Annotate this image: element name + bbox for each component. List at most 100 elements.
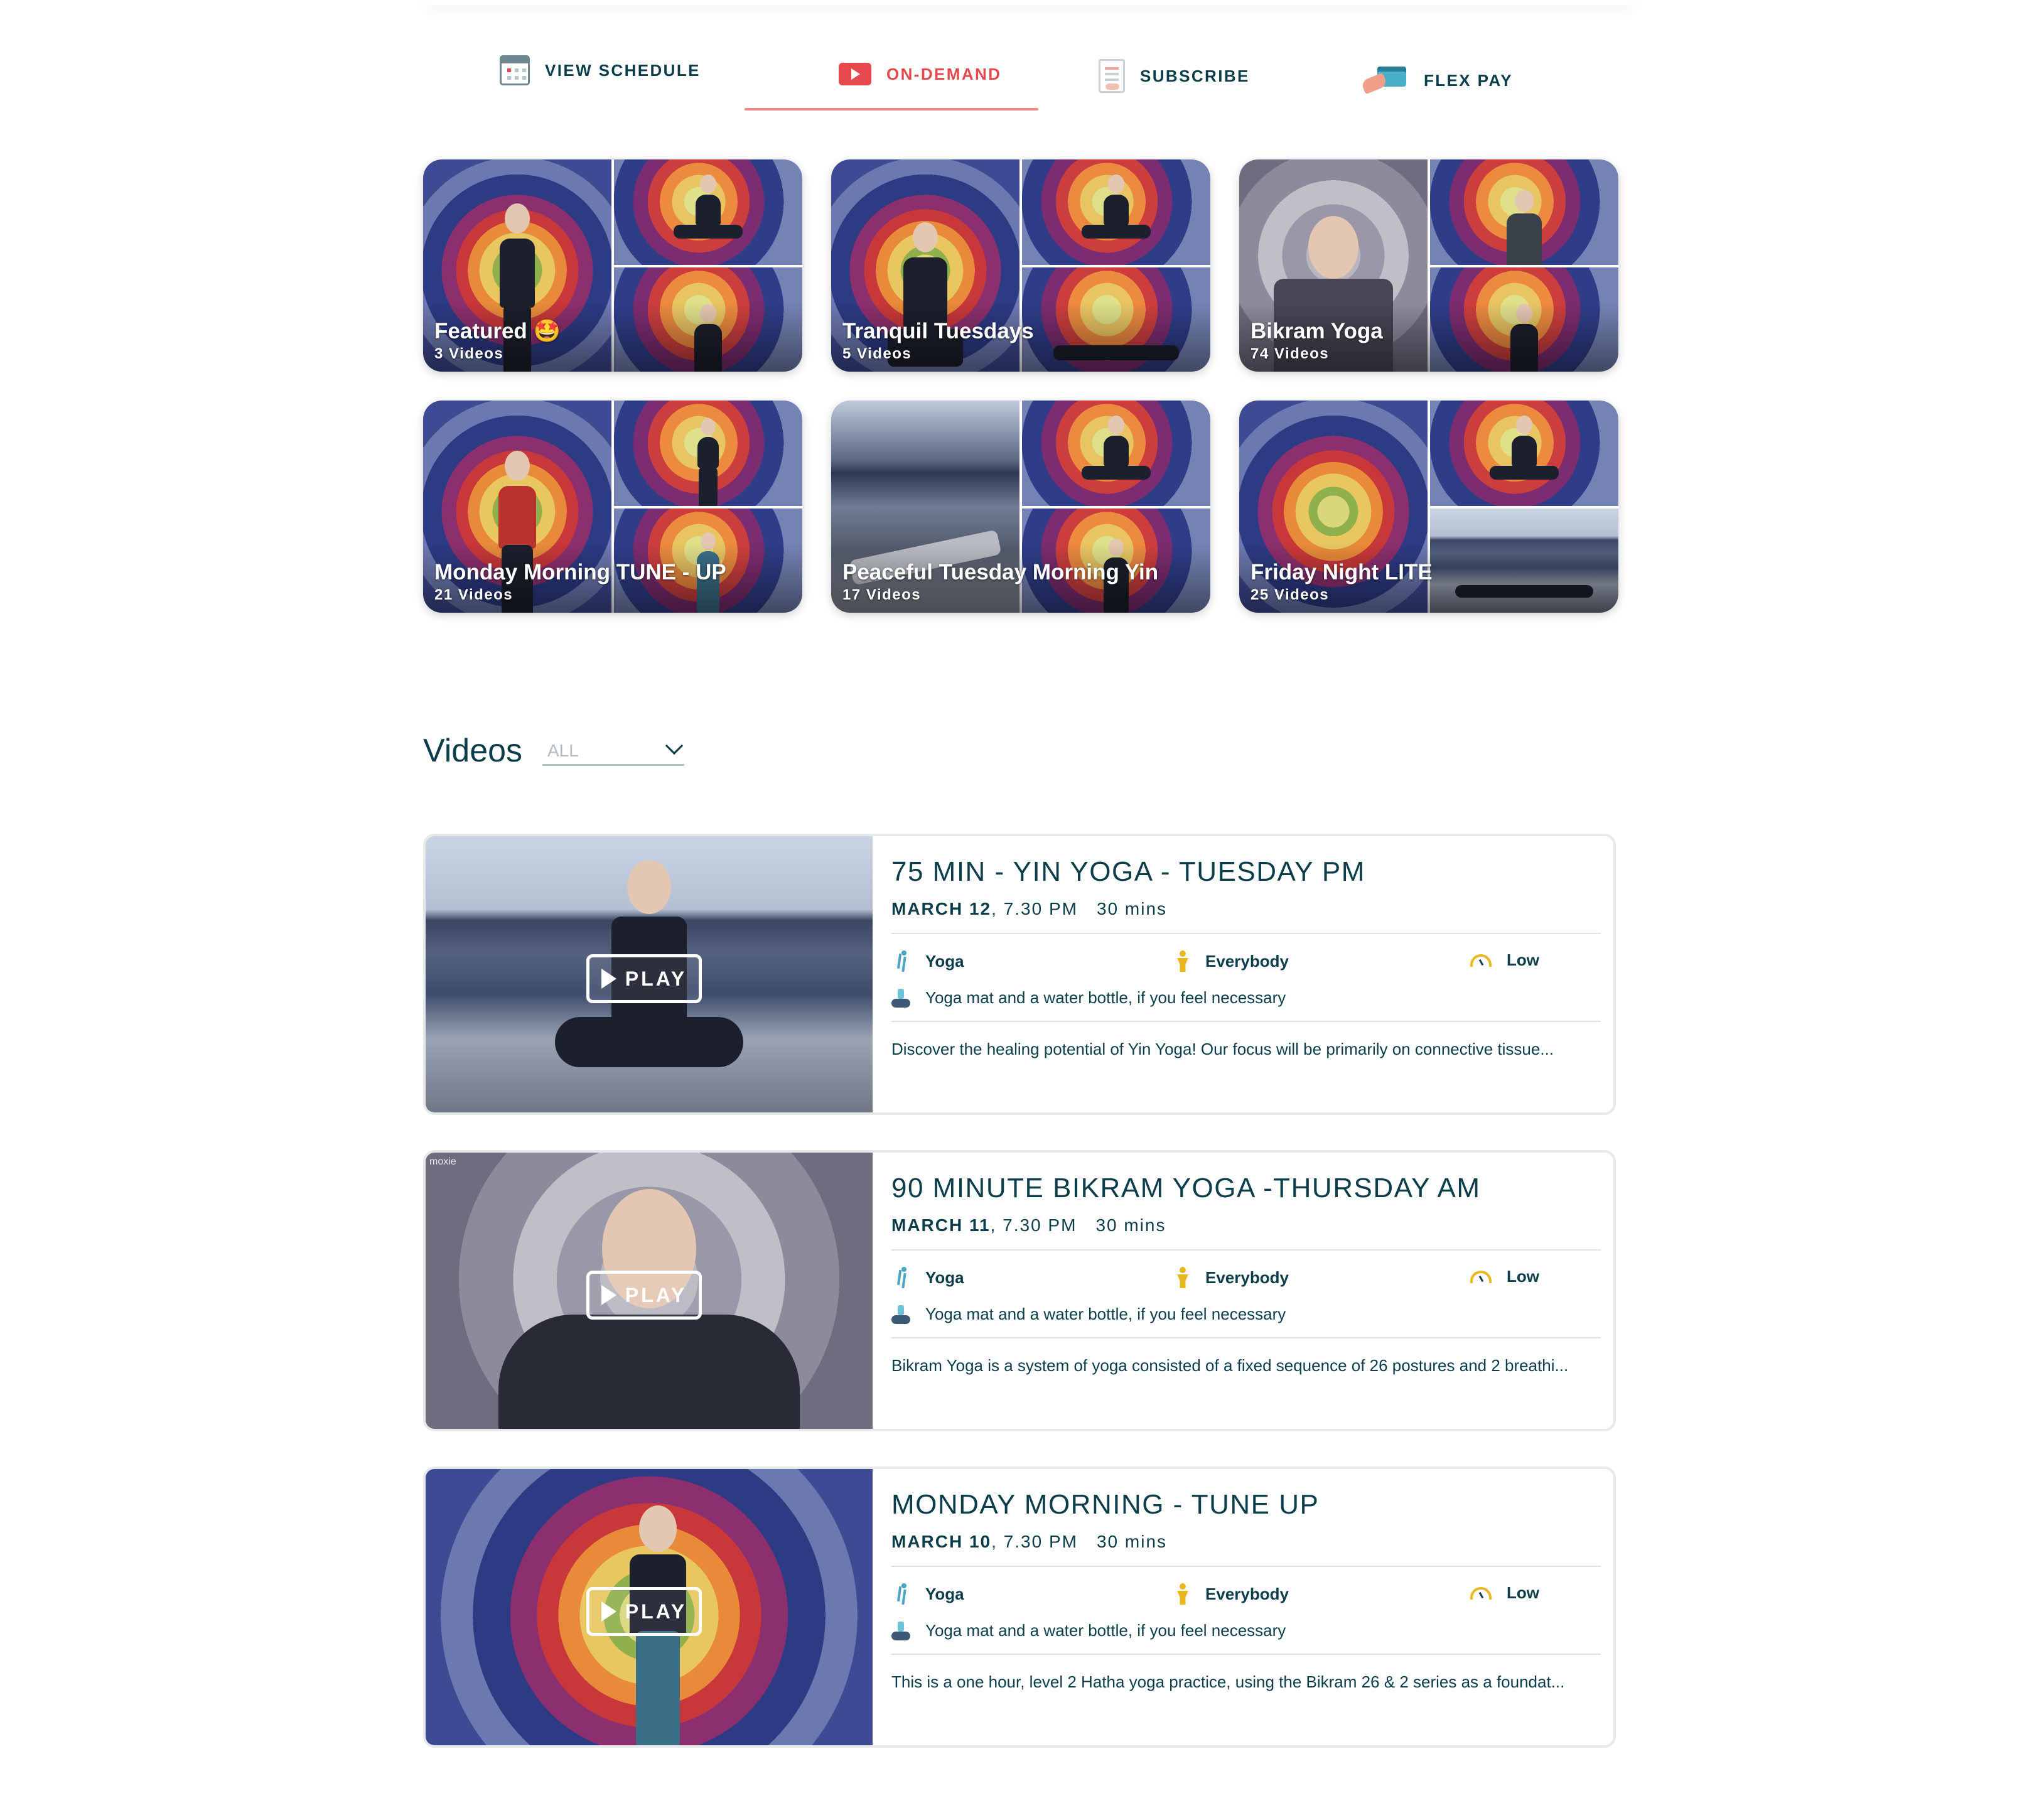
video-title: MONDAY MORNING - TUNE UP: [891, 1489, 1320, 1520]
video-equipment: Yoga mat and a water bottle, if you feel…: [891, 988, 1286, 1008]
document-icon: [1099, 59, 1125, 93]
video-description: Bikram Yoga is a system of yoga consiste…: [891, 1356, 1569, 1375]
video-camera-icon: [839, 63, 871, 85]
collection-bikram-yoga[interactable]: Bikram Yoga 74 Videos: [1239, 159, 1618, 372]
video-intensity: Low: [1470, 1583, 1539, 1603]
collection-count: 74 Videos: [1251, 345, 1330, 362]
tab-label: FLEX PAY: [1424, 70, 1514, 90]
collection-thumbnail: [1022, 401, 1210, 506]
collection-thumbnail: [614, 401, 802, 506]
gauge-icon: [1470, 1270, 1492, 1283]
video-category: Yoga: [896, 950, 964, 972]
video-audience: Everybody: [1175, 1267, 1289, 1288]
divider: [891, 1654, 1601, 1655]
play-icon: [601, 1285, 616, 1305]
play-label: PLAY: [625, 1600, 687, 1623]
play-button[interactable]: PLAY: [586, 1587, 702, 1636]
tab-flex-pay[interactable]: FLEX PAY: [1361, 65, 1513, 95]
gauge-icon: [1470, 1586, 1492, 1600]
video-card[interactable]: PLAY MONDAY MORNING - TUNE UP MARCH 10, …: [423, 1466, 1616, 1748]
collection-monday-morning-tune-up[interactable]: Monday Morning TUNE - UP 21 Videos: [423, 401, 802, 613]
tab-view-schedule[interactable]: VIEW SCHEDULE: [500, 55, 701, 85]
tab-subscribe[interactable]: SUBSCRIBE: [1099, 59, 1250, 93]
active-tab-underline: [745, 108, 1038, 110]
collection-featured[interactable]: Featured 🤩 3 Videos: [423, 159, 802, 372]
videos-heading: Videos: [423, 733, 523, 769]
tab-on-demand[interactable]: ON-DEMAND: [839, 63, 1001, 85]
video-thumbnail: PLAY: [426, 1469, 873, 1745]
video-thumbnail: moxie PLAY: [426, 1153, 873, 1429]
video-card[interactable]: moxie PLAY 90 MINUTE BIKRAM YOGA -THURSD…: [423, 1150, 1616, 1431]
chevron-down-icon: [665, 736, 684, 755]
collection-title: Peaceful Tuesday Morning Yin: [842, 560, 1159, 584]
collection-title: Friday Night LITE: [1251, 560, 1433, 584]
calendar-icon: [500, 55, 530, 85]
equipment-icon: [891, 1305, 910, 1324]
video-intensity: Low: [1470, 950, 1539, 970]
video-title: 75 MIN - YIN YOGA - TUESDAY PM: [891, 856, 1365, 887]
equipment-icon: [891, 988, 910, 1008]
person-icon: [1175, 950, 1190, 972]
divider: [891, 1021, 1601, 1022]
collection-thumbnail: [1430, 401, 1618, 506]
collection-count: 3 Videos: [434, 345, 504, 362]
play-button[interactable]: PLAY: [586, 1271, 702, 1320]
video-card[interactable]: PLAY 75 MIN - YIN YOGA - TUESDAY PM MARC…: [423, 834, 1616, 1115]
collection-thumbnail: [1022, 159, 1210, 265]
play-button[interactable]: PLAY: [586, 954, 702, 1003]
collections-grid: Featured 🤩 3 Videos Tranquil Tuesdays 5 …: [423, 159, 1618, 613]
video-date: MARCH 10, 7.30 PM 30 mins: [891, 1532, 1168, 1551]
collection-count: 25 Videos: [1251, 586, 1330, 603]
yoga-pose-icon: [896, 950, 910, 972]
tab-label: SUBSCRIBE: [1140, 66, 1250, 85]
header-shadow: [427, 0, 1632, 5]
collection-thumbnail: [1430, 159, 1618, 265]
video-equipment: Yoga mat and a water bottle, if you feel…: [891, 1621, 1286, 1640]
video-description: This is a one hour, level 2 Hatha yoga p…: [891, 1672, 1565, 1691]
yoga-pose-icon: [896, 1583, 910, 1605]
play-label: PLAY: [625, 967, 687, 990]
video-equipment: Yoga mat and a water bottle, if you feel…: [891, 1305, 1286, 1324]
video-filter-select[interactable]: ALL: [542, 736, 684, 766]
divider: [891, 1566, 1601, 1567]
play-label: PLAY: [625, 1283, 687, 1306]
play-icon: [601, 969, 616, 989]
credit-card-icon: [1361, 65, 1409, 95]
equipment-icon: [891, 1621, 910, 1640]
video-duration: 30 mins: [1096, 899, 1168, 918]
video-description: Discover the healing potential of Yin Yo…: [891, 1040, 1554, 1058]
divider: [891, 1337, 1601, 1338]
video-date: MARCH 11, 7.30 PM 30 mins: [891, 1215, 1166, 1235]
collection-count: 17 Videos: [842, 586, 922, 603]
video-audience: Everybody: [1175, 1583, 1289, 1605]
tab-label: ON-DEMAND: [886, 64, 1002, 83]
video-category: Yoga: [896, 1583, 964, 1605]
collection-friday-night-lite[interactable]: Friday Night LITE 25 Videos: [1239, 401, 1618, 613]
collection-peaceful-tuesday-morning-yin[interactable]: Peaceful Tuesday Morning Yin 17 Videos: [831, 401, 1210, 613]
person-icon: [1175, 1267, 1190, 1288]
collection-title: Featured 🤩: [434, 319, 561, 343]
video-duration: 30 mins: [1095, 1215, 1166, 1235]
video-category: Yoga: [896, 1267, 964, 1288]
tab-label: VIEW SCHEDULE: [545, 60, 701, 80]
collection-count: 5 Videos: [842, 345, 912, 362]
video-date: MARCH 12, 7.30 PM 30 mins: [891, 899, 1168, 918]
watermark: moxie: [429, 1156, 456, 1167]
person-icon: [1175, 1583, 1190, 1605]
video-audience: Everybody: [1175, 950, 1289, 972]
video-title: 90 MINUTE BIKRAM YOGA -THURSDAY AM: [891, 1173, 1481, 1203]
divider: [891, 933, 1601, 934]
filter-value: ALL: [547, 741, 579, 760]
collection-title: Monday Morning TUNE - UP: [434, 560, 726, 584]
gauge-icon: [1470, 954, 1492, 967]
collection-title: Bikram Yoga: [1251, 319, 1383, 343]
collection-title: Tranquil Tuesdays: [842, 319, 1034, 343]
collection-count: 21 Videos: [434, 586, 514, 603]
video-intensity: Low: [1470, 1267, 1539, 1286]
divider: [891, 1249, 1601, 1251]
yoga-pose-icon: [896, 1267, 910, 1288]
play-icon: [601, 1601, 616, 1622]
video-duration: 30 mins: [1096, 1532, 1168, 1551]
collection-tranquil-tuesdays[interactable]: Tranquil Tuesdays 5 Videos: [831, 159, 1210, 372]
collection-thumbnail: [614, 159, 802, 265]
